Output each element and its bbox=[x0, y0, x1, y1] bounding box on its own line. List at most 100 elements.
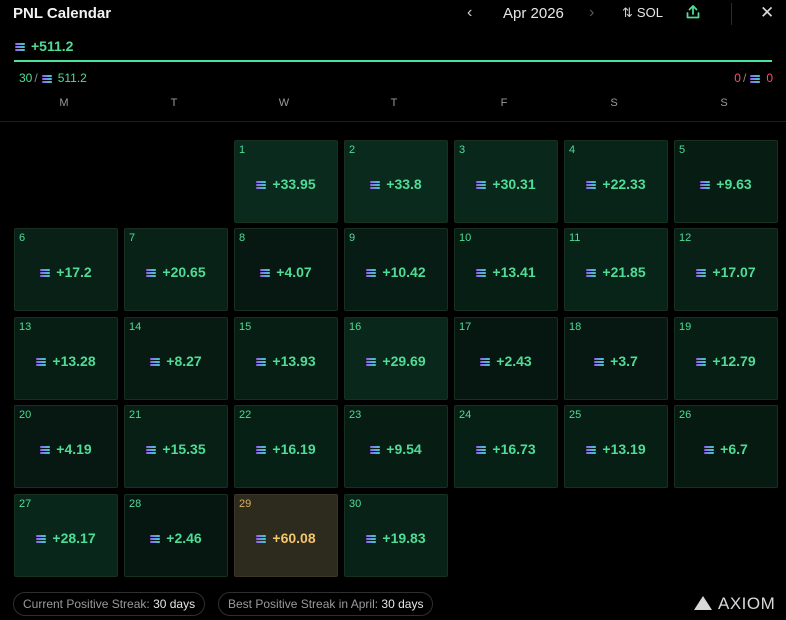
axiom-logo-icon bbox=[694, 596, 712, 610]
calendar-day-cell[interactable]: 18 +3.7 bbox=[564, 317, 668, 400]
currency-toggle-button[interactable]: ⇅ SOL bbox=[622, 5, 663, 21]
day-pnl-amount: +13.41 bbox=[492, 264, 536, 280]
day-number: 19 bbox=[679, 321, 692, 333]
day-pnl-amount: +6.7 bbox=[720, 441, 748, 457]
day-pnl-amount: +16.73 bbox=[492, 441, 536, 457]
weekday-label: W bbox=[278, 97, 290, 109]
sol-icon bbox=[150, 358, 161, 367]
day-number: 20 bbox=[19, 409, 32, 421]
day-pnl-amount: +29.69 bbox=[382, 353, 426, 369]
calendar-day-cell[interactable]: 26 +6.7 bbox=[674, 405, 778, 488]
sol-icon bbox=[480, 358, 491, 367]
day-number: 23 bbox=[349, 409, 362, 421]
current-streak-label: Current Positive Streak: bbox=[23, 597, 150, 611]
month-label: Apr 2026 bbox=[503, 5, 564, 22]
calendar-day-cell[interactable]: 15 +13.93 bbox=[234, 317, 338, 400]
sol-icon bbox=[366, 269, 377, 278]
calendar-day-cell[interactable]: 28 +2.46 bbox=[124, 494, 228, 577]
calendar-day-cell[interactable]: 5 +9.63 bbox=[674, 140, 778, 223]
sol-icon bbox=[256, 358, 267, 367]
sol-icon bbox=[586, 181, 597, 190]
sol-icon bbox=[586, 446, 597, 455]
calendar-day-cell[interactable]: 16 +29.69 bbox=[344, 317, 448, 400]
calendar-day-cell[interactable]: 9 +10.42 bbox=[344, 228, 448, 311]
day-number: 6 bbox=[19, 232, 26, 244]
win-progress-bar bbox=[14, 60, 772, 62]
day-pnl-amount: +60.08 bbox=[272, 530, 316, 546]
day-pnl-value: +17.07 bbox=[675, 264, 777, 280]
best-streak-label: Best Positive Streak in April: bbox=[228, 597, 379, 611]
day-pnl-value: +17.2 bbox=[15, 264, 117, 280]
calendar-day-cell[interactable]: 4 +22.33 bbox=[564, 140, 668, 223]
calendar-day-cell[interactable]: 14 +8.27 bbox=[124, 317, 228, 400]
calendar-day-cell[interactable]: 11 +21.85 bbox=[564, 228, 668, 311]
day-pnl-value: +2.43 bbox=[455, 353, 557, 369]
calendar-day-cell[interactable]: 22 +16.19 bbox=[234, 405, 338, 488]
calendar-day-cell[interactable]: 2 +33.8 bbox=[344, 140, 448, 223]
calendar-day-cell[interactable]: 24 +16.73 bbox=[454, 405, 558, 488]
calendar-day-cell[interactable]: 8 +4.07 bbox=[234, 228, 338, 311]
sol-icon bbox=[704, 446, 715, 455]
day-number: 25 bbox=[569, 409, 582, 421]
sol-icon bbox=[696, 358, 707, 367]
win-stats: 30/511.2 bbox=[19, 71, 87, 85]
next-month-button[interactable]: › bbox=[589, 4, 594, 22]
header-divider bbox=[731, 3, 732, 25]
weekday-label: T bbox=[390, 97, 398, 109]
calendar-day-cell[interactable]: 27 +28.17 bbox=[14, 494, 118, 577]
prev-month-button[interactable]: ‹ bbox=[467, 4, 472, 22]
share-button[interactable] bbox=[685, 4, 701, 25]
loss-count: 0 bbox=[734, 71, 741, 85]
day-pnl-amount: +2.43 bbox=[496, 353, 532, 369]
day-number: 1 bbox=[239, 144, 246, 156]
day-pnl-value: +33.8 bbox=[345, 176, 447, 192]
day-pnl-value: +16.19 bbox=[235, 441, 337, 457]
day-number: 8 bbox=[239, 232, 246, 244]
calendar-day-cell[interactable]: 10 +13.41 bbox=[454, 228, 558, 311]
day-pnl-value: +21.85 bbox=[565, 264, 667, 280]
sol-icon bbox=[150, 535, 161, 544]
page-title: PNL Calendar bbox=[13, 5, 112, 22]
calendar-day-cell[interactable]: 23 +9.54 bbox=[344, 405, 448, 488]
calendar-day-cell[interactable]: 29 +60.08 bbox=[234, 494, 338, 577]
day-number: 5 bbox=[679, 144, 686, 156]
day-pnl-amount: +12.79 bbox=[712, 353, 756, 369]
calendar-day-cell[interactable]: 25 +13.19 bbox=[564, 405, 668, 488]
calendar-day-cell[interactable]: 21 +15.35 bbox=[124, 405, 228, 488]
calendar-day-cell[interactable]: 1 +33.95 bbox=[234, 140, 338, 223]
sol-icon bbox=[696, 269, 707, 278]
day-number: 13 bbox=[19, 321, 32, 333]
sol-icon bbox=[41, 74, 52, 83]
day-pnl-amount: +33.8 bbox=[386, 176, 422, 192]
calendar-day-cell[interactable]: 17 +2.43 bbox=[454, 317, 558, 400]
calendar-day-cell[interactable]: 6 +17.2 bbox=[14, 228, 118, 311]
weekday-label: S bbox=[720, 97, 728, 109]
day-pnl-value: +19.83 bbox=[345, 530, 447, 546]
day-number: 11 bbox=[569, 232, 581, 244]
sol-icon bbox=[370, 446, 381, 455]
best-streak-badge: Best Positive Streak in April: 30 days bbox=[218, 592, 434, 616]
day-pnl-value: +20.65 bbox=[125, 264, 227, 280]
calendar-day-cell[interactable]: 3 +30.31 bbox=[454, 140, 558, 223]
day-pnl-value: +13.19 bbox=[565, 441, 667, 457]
calendar-day-cell[interactable]: 30 +19.83 bbox=[344, 494, 448, 577]
calendar-day-cell[interactable]: 19 +12.79 bbox=[674, 317, 778, 400]
day-pnl-value: +16.73 bbox=[455, 441, 557, 457]
close-button[interactable]: ✕ bbox=[760, 3, 774, 23]
calendar-day-cell[interactable]: 7 +20.65 bbox=[124, 228, 228, 311]
share-icon bbox=[686, 5, 700, 19]
day-pnl-amount: +16.19 bbox=[272, 441, 316, 457]
day-pnl-amount: +17.07 bbox=[712, 264, 756, 280]
current-streak-value: 30 days bbox=[153, 597, 196, 611]
day-pnl-amount: +28.17 bbox=[52, 530, 96, 546]
day-pnl-value: +12.79 bbox=[675, 353, 777, 369]
day-number: 7 bbox=[129, 232, 136, 244]
calendar-day-cell[interactable]: 13 +13.28 bbox=[14, 317, 118, 400]
day-number: 28 bbox=[129, 498, 142, 510]
day-pnl-value: +28.17 bbox=[15, 530, 117, 546]
calendar-day-cell[interactable]: 12 +17.07 bbox=[674, 228, 778, 311]
calendar-day-cell[interactable]: 20 +4.19 bbox=[14, 405, 118, 488]
sol-icon bbox=[370, 181, 381, 190]
day-number: 22 bbox=[239, 409, 252, 421]
day-pnl-value: +3.7 bbox=[565, 353, 667, 369]
